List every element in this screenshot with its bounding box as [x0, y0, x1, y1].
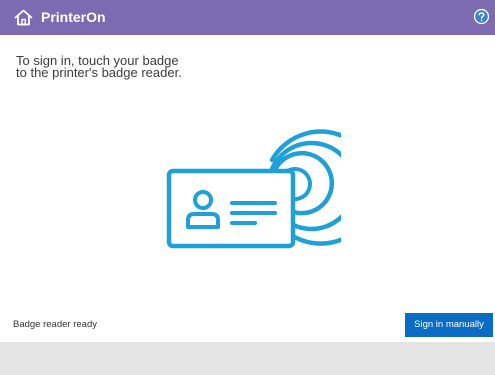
badge-contactless-icon — [166, 129, 341, 249]
app-header: PrinterOn — [0, 0, 495, 35]
home-icon[interactable] — [14, 9, 33, 26]
sign-in-manually-button[interactable]: Sign in manually — [405, 313, 493, 337]
app-title: PrinterOn — [41, 9, 106, 25]
footer-bar — [0, 342, 495, 375]
help-icon[interactable] — [473, 8, 490, 25]
sign-in-instructions: To sign in, touch your badge to the prin… — [16, 54, 316, 80]
badge-reader-status: Badge reader ready — [13, 319, 97, 330]
instruction-line: to the printer's badge reader. — [16, 65, 182, 80]
